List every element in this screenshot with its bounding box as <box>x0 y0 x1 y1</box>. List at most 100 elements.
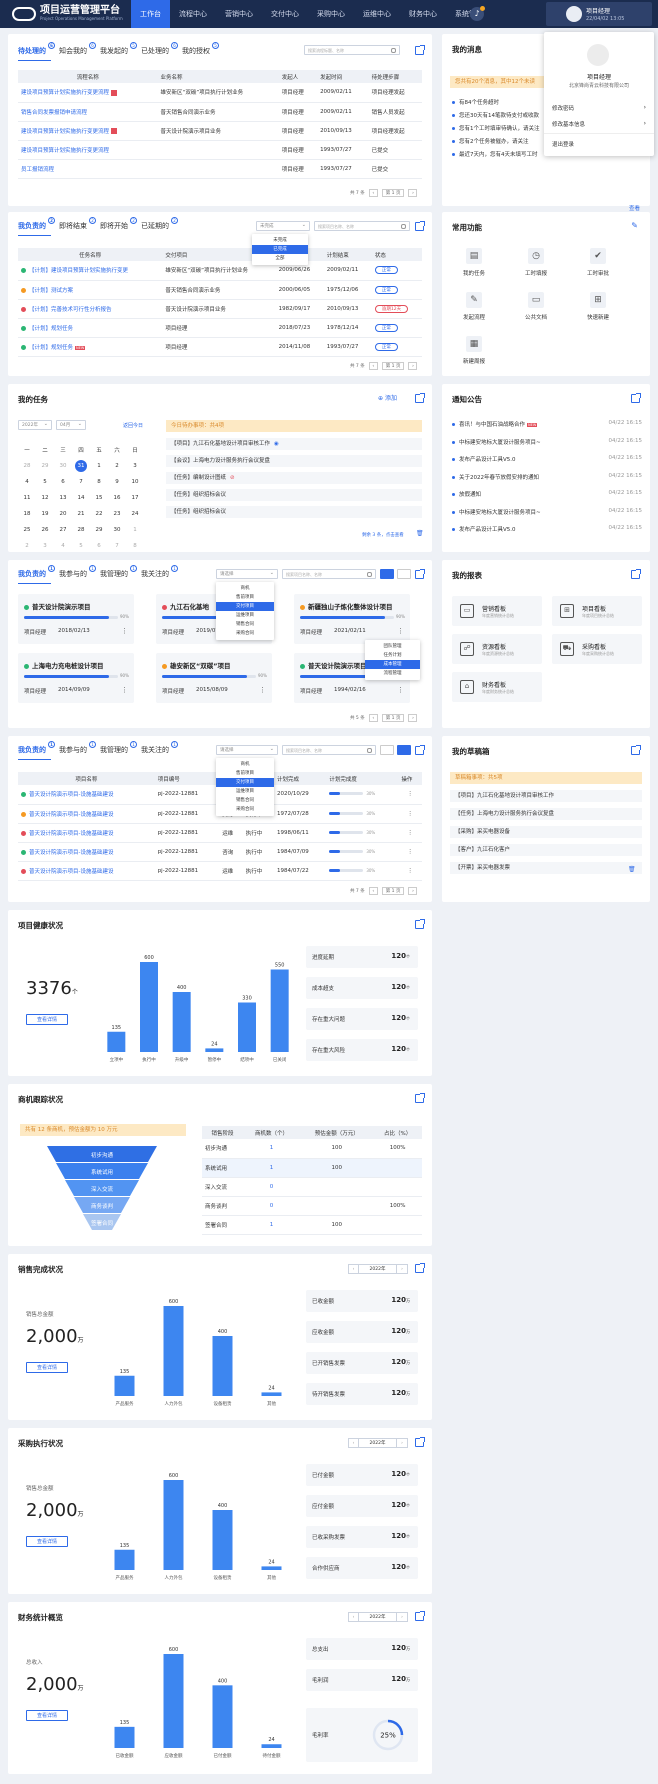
table-row[interactable]: 普天设计院演示项目-设施基础建设 pj-2022-12881 运维 执行中 1998/0… <box>18 823 422 843</box>
calendar-day[interactable]: 4 <box>18 479 36 485</box>
table-row[interactable]: 销售合同发票报销申请流程 普天销售合同演示业务 项目经理 2009/02/11 销售人员… <box>18 102 422 122</box>
next-year-button[interactable]: › <box>397 1265 407 1273</box>
nav-item[interactable]: 系统管理 <box>446 0 492 28</box>
dropdown-option[interactable]: 任务计划 <box>365 651 420 660</box>
nav-item[interactable]: 流程中心 <box>170 0 216 28</box>
calendar-day[interactable]: 6 <box>90 543 108 549</box>
pt-search-input[interactable]: 搜索项目名称、名称 <box>282 745 376 755</box>
more-icon[interactable]: ⋮ <box>259 686 266 694</box>
report-tile[interactable]: ⌂ 财务看板 年度财务统计总结 <box>452 672 542 702</box>
dropdown-option[interactable]: 售前项目 <box>216 769 274 778</box>
report-tile[interactable]: ⊞ 项目看板 年度项目统计总结 <box>552 596 642 626</box>
expand-icon[interactable] <box>415 1611 425 1621</box>
tab[interactable]: 即将结束 2 <box>59 217 96 236</box>
more-icon[interactable]: ⋮ <box>121 686 128 694</box>
grid-view-icon[interactable] <box>380 745 394 755</box>
dropdown-option[interactable]: 流程管理 <box>365 669 420 678</box>
tab[interactable]: 我参与的 1 <box>59 565 96 584</box>
prev-page-button[interactable]: ‹ <box>368 189 378 197</box>
table-row[interactable]: 普天设计院演示项目-设施基础建设 pj-2022-12881 运维 执行中 1984/0… <box>18 861 422 881</box>
bar[interactable] <box>212 1510 233 1570</box>
calendar-day[interactable]: 17 <box>126 495 144 501</box>
notice-item[interactable]: 放假通知 04/22 16:15 <box>452 490 642 498</box>
calendar-day[interactable]: 26 <box>36 527 54 533</box>
calendar-day[interactable]: 30 <box>54 463 72 469</box>
expand-icon[interactable] <box>631 569 641 579</box>
nav-item[interactable]: 采购中心 <box>308 0 354 28</box>
table-row[interactable]: 【计划】规划任务 项目经理 2018/07/23 1978/12/14 正常 <box>18 318 422 338</box>
calendar-day[interactable]: 5 <box>36 479 54 485</box>
calendar-day[interactable]: 2 <box>18 543 36 549</box>
more-icon[interactable]: ⋮ <box>407 868 413 874</box>
nav-item[interactable]: 工作台 <box>131 0 170 28</box>
logout-item[interactable]: 退出登录 <box>552 140 646 148</box>
table-row[interactable]: 员工报销流程 项目经理 1993/07/27 已提交 <box>18 159 422 179</box>
calendar-day[interactable]: 7 <box>108 543 126 549</box>
message-item[interactable]: 有84个任务超时 <box>452 98 499 106</box>
quick-item[interactable]: ▭ 公共文档 <box>516 292 556 321</box>
notice-item[interactable]: 喜讯！与中国石油战略合作 NEW 04/22 16:15 <box>452 420 642 428</box>
trash-icon[interactable]: 🗑 <box>416 530 424 537</box>
table-row[interactable]: 【计划】完善技术可行性分析报告 普天设计院演示项目业务 1982/09/17 2010… <box>18 299 422 319</box>
tab[interactable]: 我发起的 5 <box>100 42 137 61</box>
next-page-button[interactable]: › <box>408 189 418 197</box>
dropdown-option[interactable]: 交付项目 <box>216 778 274 787</box>
draft-item[interactable]: 【客户】九江石化客户 <box>450 844 642 856</box>
proj-search-input[interactable]: 搜索项目名称、名称 <box>282 569 376 579</box>
quick-item[interactable]: ⊞ 快速新建 <box>578 292 618 321</box>
tab[interactable]: 我负责的 1 <box>18 565 55 584</box>
more-link[interactable]: 剩余 3 条，点击查看 <box>362 532 404 538</box>
expand-icon[interactable] <box>415 1263 425 1273</box>
bar[interactable] <box>114 1375 135 1396</box>
table-row[interactable]: 【计划】规划任务 NEW 项目经理 2014/11/08 1993/07/27 正常 <box>18 337 422 357</box>
bar[interactable] <box>261 1566 282 1570</box>
list-view-icon[interactable] <box>397 745 411 755</box>
bar[interactable] <box>205 1048 224 1052</box>
page-select[interactable]: 第 1 页 <box>381 189 405 197</box>
trash-icon[interactable]: 🗑 <box>628 866 636 873</box>
dropdown-option[interactable]: 未完成 <box>252 236 308 245</box>
calendar-day[interactable]: 21 <box>72 511 90 517</box>
table-row[interactable]: 建设项目预算计划实施执行变更流程 普天设计院演示项目业务 项目经理 2010/09/1… <box>18 121 422 141</box>
dropdown-option[interactable]: 成本管理 <box>365 660 420 669</box>
calendar-day[interactable]: 3 <box>126 463 144 469</box>
bar[interactable] <box>261 1392 282 1396</box>
calendar-day[interactable]: 23 <box>108 511 126 517</box>
tab[interactable]: 我负责的 1 <box>18 741 55 760</box>
page-select[interactable]: 第 1 页 <box>381 362 405 370</box>
tab[interactable]: 我管理的 1 <box>100 741 137 760</box>
bar[interactable] <box>238 1002 256 1053</box>
calendar-day[interactable]: 1 <box>90 463 108 469</box>
table-row[interactable]: 【计划】测试方案 普天销售合同演示业务 2000/06/05 1975/12/06 正常 <box>18 280 422 300</box>
calendar-day[interactable]: 30 <box>108 527 126 533</box>
view-link[interactable]: 查看 <box>629 204 640 212</box>
year-stepper[interactable]: ‹ 2022年 › <box>348 1438 408 1448</box>
table-row[interactable]: 建设项目预算计划实施执行变更流程 雄安新区“双碳”项目执行计划业务 项目经理 2009… <box>18 83 422 103</box>
prev-year-button[interactable]: ‹ <box>349 1265 359 1273</box>
message-item[interactable]: 最近7天内，您有4天未填写工时 <box>452 150 538 158</box>
prev-year-button[interactable]: ‹ <box>349 1613 359 1621</box>
status-filter-select[interactable]: 未完成 <box>256 221 310 231</box>
bar[interactable] <box>114 1726 135 1748</box>
tab[interactable]: 我参与的 1 <box>59 741 96 760</box>
tab[interactable]: 知会我的 6 <box>59 42 96 61</box>
message-item[interactable]: 您有2个任务被催办，请关注 <box>452 137 529 145</box>
finance-detail-button[interactable]: 查看详情 <box>26 1710 68 1721</box>
expand-icon[interactable] <box>415 45 425 55</box>
add-task-button[interactable]: ⊕ 添加 <box>378 393 397 402</box>
prev-page-button[interactable]: ‹ <box>368 714 378 722</box>
quick-item[interactable]: ✎ 发起流程 <box>454 292 494 321</box>
expand-icon[interactable] <box>415 1093 425 1103</box>
tab[interactable]: 我关注的 1 <box>141 565 178 584</box>
next-year-button[interactable]: › <box>397 1439 407 1447</box>
task-item[interactable]: 【任务】组织招标会议 <box>166 506 422 518</box>
dropdown-option[interactable]: 团队管理 <box>365 642 420 651</box>
expand-icon[interactable] <box>415 393 425 403</box>
next-year-button[interactable]: › <box>397 1613 407 1621</box>
tab[interactable]: 我的授权 5 <box>182 42 219 61</box>
calendar-day[interactable]: 13 <box>54 495 72 501</box>
notice-item[interactable]: 中标建安地标大厦设计服务项目~ 04/22 16:15 <box>452 508 642 516</box>
calendar-day[interactable]: 12 <box>36 495 54 501</box>
back-today-button[interactable]: 返回今日 <box>123 422 143 429</box>
calendar-day[interactable]: 14 <box>72 495 90 501</box>
